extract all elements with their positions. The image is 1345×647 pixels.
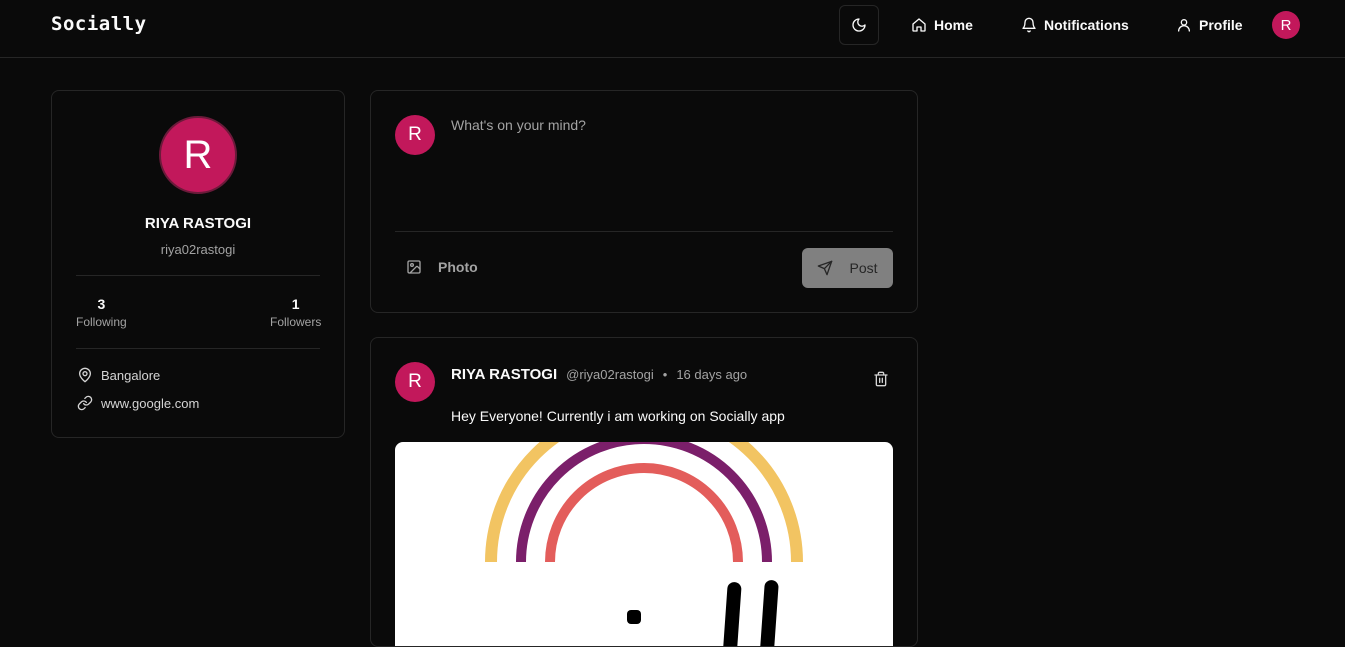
nav-profile-link[interactable]: Profile [1176, 14, 1243, 36]
website-link[interactable]: www.google.com [101, 396, 199, 411]
user-avatar-button[interactable]: R [1272, 11, 1300, 39]
link-icon [77, 395, 93, 411]
post-author-name[interactable]: RIYA RASTOGI [451, 366, 557, 383]
image-icon [407, 260, 421, 274]
profile-avatar[interactable]: R [159, 116, 237, 194]
post-timestamp: 16 days ago [676, 367, 748, 382]
profile-divider [76, 275, 320, 276]
photo-label: Photo [438, 259, 478, 275]
profile-divider [76, 348, 320, 349]
navbar: Socially Home Notifications Profile R [0, 0, 1345, 58]
moon-icon [852, 18, 866, 32]
trash-icon [874, 371, 888, 387]
composer-avatar[interactable]: R [395, 115, 435, 155]
nav-home-link[interactable]: Home [911, 14, 973, 36]
post-card: R RIYA RASTOGI @riya02rastogi • 16 days … [370, 337, 918, 647]
profile-name: RIYA RASTOGI [144, 215, 252, 232]
post-composer: R Photo Post [370, 90, 918, 313]
profile-handle: riya02rastogi [160, 242, 236, 257]
followers-label: Followers [270, 315, 322, 329]
nav-profile-label: Profile [1199, 17, 1243, 33]
bell-icon [1022, 17, 1036, 33]
following-label: Following [76, 315, 127, 329]
user-icon [1178, 19, 1190, 32]
post-header: RIYA RASTOGI @riya02rastogi • 16 days ag… [451, 366, 747, 383]
following-stat[interactable]: 3 Following [76, 296, 127, 329]
post-image[interactable] [395, 442, 893, 646]
website-row[interactable]: www.google.com [77, 395, 199, 411]
post-text: Hey Everyone! Currently i am working on … [451, 408, 785, 424]
send-icon [818, 260, 833, 276]
post-button[interactable]: Post [802, 248, 893, 288]
post-author-handle[interactable]: @riya02rastogi [566, 367, 654, 382]
profile-card: R RIYA RASTOGI riya02rastogi 3 Following… [51, 90, 345, 438]
home-icon [912, 18, 926, 32]
meta-separator: • [662, 367, 668, 382]
post-content-input[interactable] [451, 117, 891, 217]
following-count: 3 [97, 296, 106, 312]
add-photo-button[interactable]: Photo [406, 259, 478, 275]
nav-notifications-label: Notifications [1044, 17, 1129, 33]
brand-logo[interactable]: Socially [51, 13, 147, 35]
post-image-graphic [485, 442, 803, 646]
delete-post-button[interactable] [873, 371, 889, 392]
followers-count: 1 [291, 296, 300, 312]
location-row: Bangalore [77, 367, 160, 383]
composer-divider [395, 231, 893, 232]
location-text: Bangalore [101, 367, 161, 383]
theme-toggle-button[interactable] [839, 5, 879, 45]
nav-home-label: Home [934, 17, 973, 33]
post-author-avatar[interactable]: R [395, 362, 435, 402]
post-label: Post [849, 260, 878, 276]
followers-stat[interactable]: 1 Followers [270, 296, 321, 329]
nav-notifications-link[interactable]: Notifications [1021, 14, 1129, 36]
map-pin-icon [79, 367, 91, 383]
